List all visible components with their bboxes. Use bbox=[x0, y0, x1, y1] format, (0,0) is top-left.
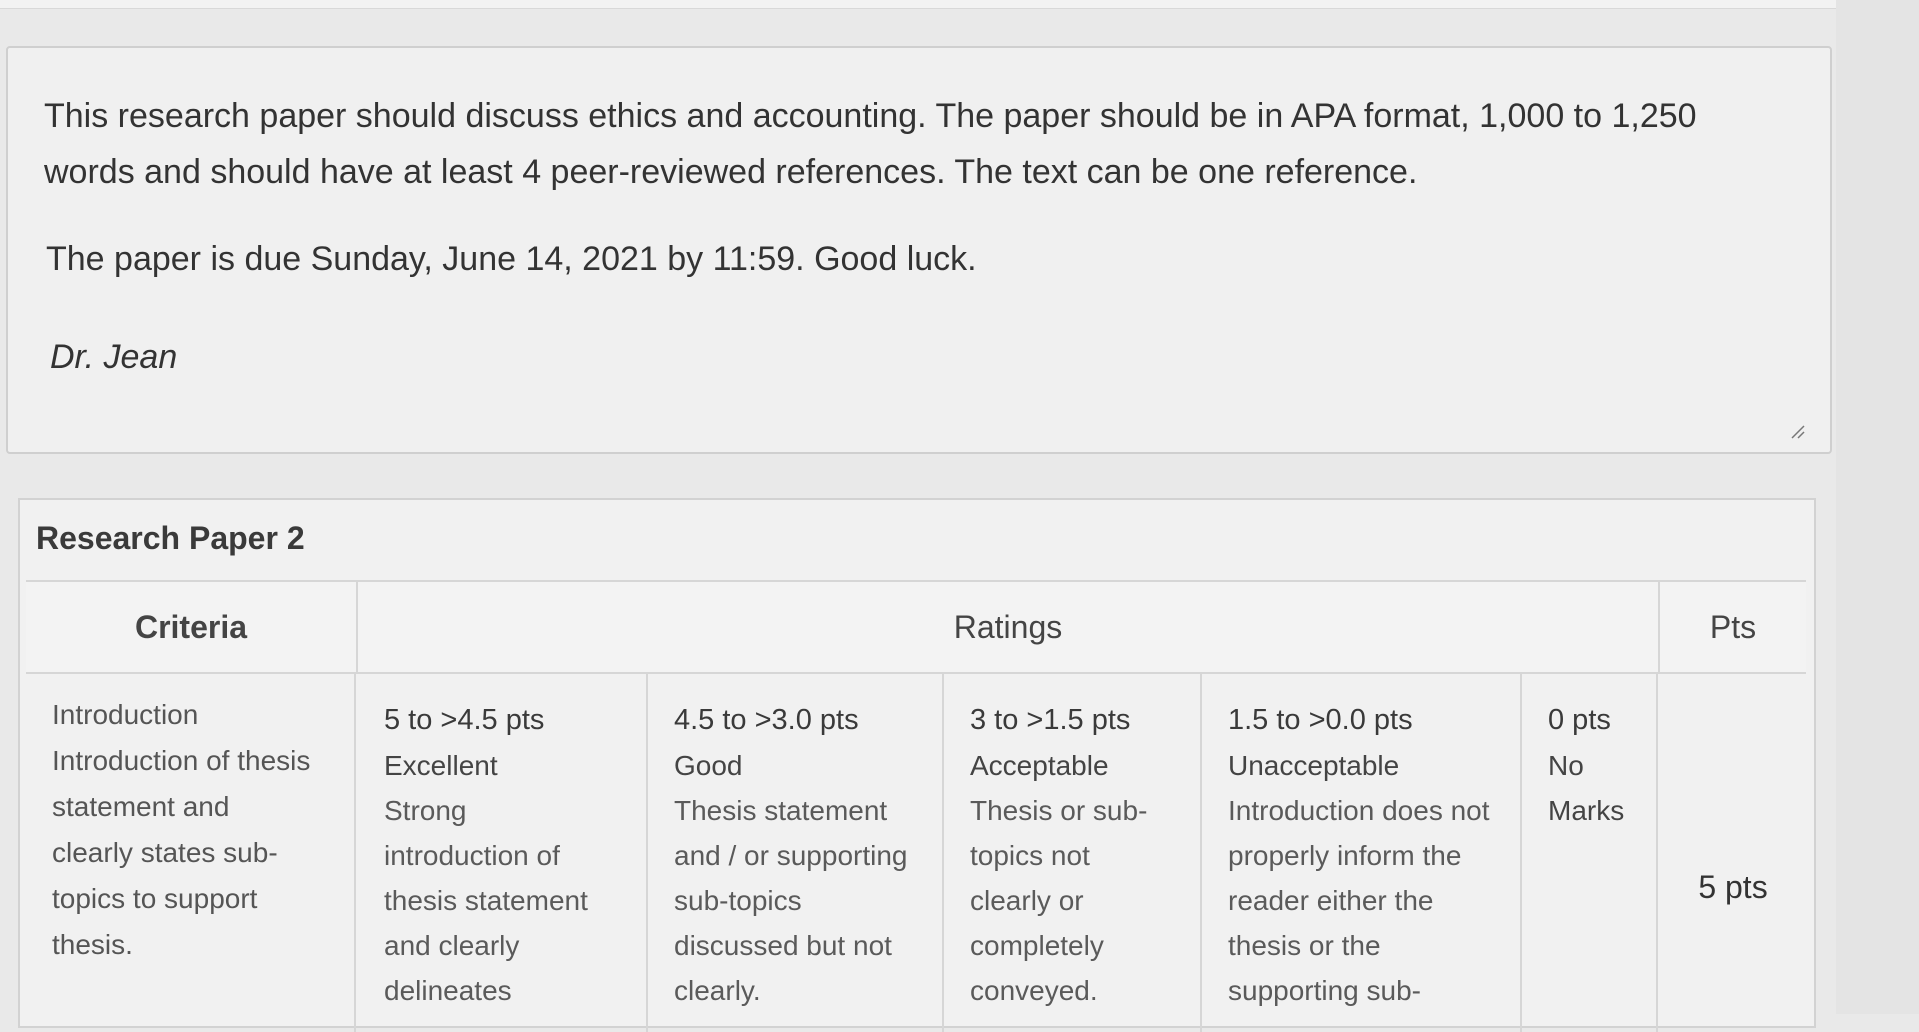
rating-description: Thesis or sub-topics not clearly or comp… bbox=[970, 795, 1148, 1006]
description-textbox[interactable]: This research paper should discuss ethic… bbox=[6, 46, 1832, 454]
rubric-table: Research Paper 2 Criteria Ratings Pts In… bbox=[18, 498, 1816, 1032]
rating-description: Strong introduction of thesis statement … bbox=[384, 795, 588, 1006]
description-signature: Dr. Jean bbox=[50, 338, 178, 376]
rubric-title: Research Paper 2 bbox=[36, 520, 305, 556]
rating-label: Excellent bbox=[384, 750, 498, 781]
rating-description: Thesis statement and / or supporting sub… bbox=[674, 795, 908, 1006]
header-pts: Pts bbox=[1709, 608, 1757, 645]
rating-points: 3 to >1.5 pts bbox=[970, 704, 1131, 736]
rating-label: Good bbox=[674, 750, 743, 781]
rating-unacceptable[interactable]: 1.5 to >0.0 pts Unacceptable Introductio… bbox=[1202, 672, 1522, 1032]
criterion-description: Introduction of thesis statement and cle… bbox=[52, 745, 311, 960]
rating-description: Introduction does not properly inform th… bbox=[1228, 795, 1490, 1006]
top-strip bbox=[0, 0, 1919, 9]
rubric-row: Introduction Introduction of thesis stat… bbox=[26, 672, 1806, 1032]
rating-no-marks[interactable]: 0 pts No Marks bbox=[1522, 672, 1658, 1032]
rubric-header-row: Criteria Ratings Pts bbox=[26, 580, 1806, 674]
description-due-date: The paper is due Sunday, June 14, 2021 b… bbox=[46, 240, 977, 278]
rating-acceptable[interactable]: 3 to >1.5 pts Acceptable Thesis or sub-t… bbox=[944, 672, 1202, 1032]
criterion-cell: Introduction Introduction of thesis stat… bbox=[26, 672, 356, 1032]
rating-points: 4.5 to >3.0 pts bbox=[674, 704, 859, 736]
rating-label: No Marks bbox=[1548, 750, 1625, 826]
header-criteria: Criteria bbox=[26, 582, 358, 672]
rating-excellent[interactable]: 5 to >4.5 pts Excellent Strong introduct… bbox=[358, 672, 648, 1032]
description-paragraph: This research paper should discuss ethic… bbox=[44, 97, 1697, 191]
resize-handle-icon[interactable] bbox=[1788, 422, 1806, 440]
ratings-cell: 5 to >4.5 pts Excellent Strong introduct… bbox=[358, 672, 1658, 1032]
criterion-title: Introduction bbox=[52, 699, 199, 730]
rating-points: 5 to >4.5 pts bbox=[384, 704, 545, 736]
rating-points: 0 pts bbox=[1548, 704, 1611, 736]
rating-label: Acceptable bbox=[970, 750, 1109, 781]
rating-label: Unacceptable bbox=[1228, 750, 1400, 781]
header-ratings: Ratings bbox=[358, 582, 1660, 672]
criterion-points: 5 pts bbox=[1698, 868, 1768, 905]
rating-good[interactable]: 4.5 to >3.0 pts Good Thesis statement an… bbox=[648, 672, 944, 1032]
rating-points: 1.5 to >0.0 pts bbox=[1228, 704, 1413, 736]
right-margin bbox=[1836, 0, 1919, 1014]
